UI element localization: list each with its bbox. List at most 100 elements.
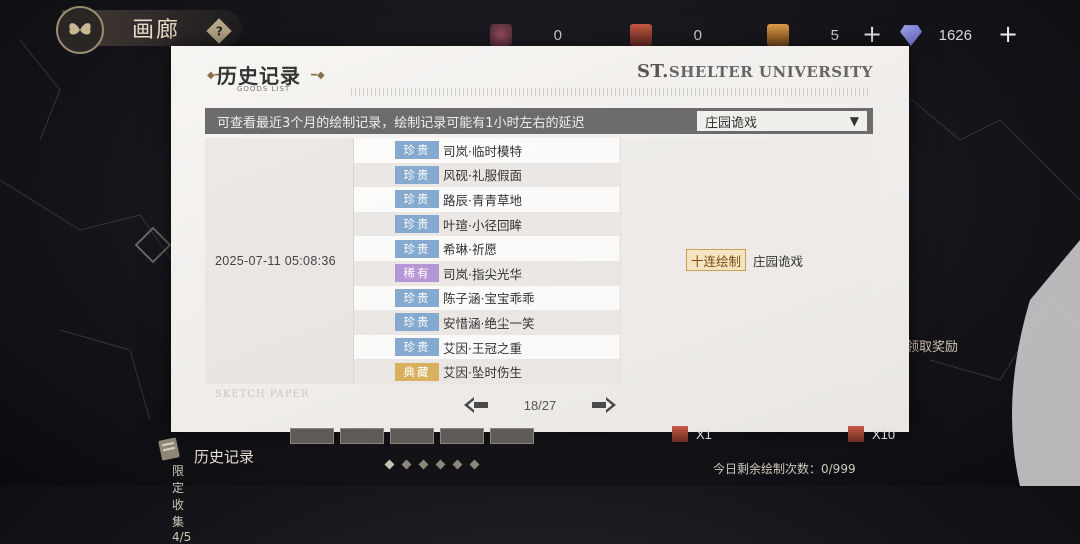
page-dot[interactable] [418,459,429,470]
help-glyph: ? [215,24,223,38]
card-thumbnail[interactable] [390,428,434,444]
item-name: 风砚·礼服假面 [443,168,522,184]
card-thumbnails [290,428,540,444]
dialog-subtitle: GOODS LIST [237,85,291,93]
card-thumbnail[interactable] [440,428,484,444]
rarity-badge: 珍贵 [395,313,439,332]
banner-page-dots [384,459,480,470]
gem-pile-icon [490,24,512,46]
history-dialog: ◆━ 历史记录 ━◆ GOODS LIST ST.SHELTER UNIVERS… [171,46,909,432]
page-dot[interactable] [435,459,446,470]
list-item: 珍贵 安惜涵·绝尘一笑 [354,310,620,335]
draw-ten-count: X10 [872,426,896,442]
rarity-badge: 典藏 [395,362,439,381]
rarity-badge: 珍贵 [395,338,439,357]
rarity-badge: 珍贵 [395,165,439,184]
ticket-icon [630,24,652,46]
resource-3-counter: 5 [767,22,839,48]
item-name: 艾因·王冠之重 [443,340,522,356]
remaining-draws-label: 今日剩余绘制次数：0/999 [713,462,856,476]
list-item: 珍贵 风砚·礼服假面 [354,162,620,188]
sketch-paper-label: SKETCH PAPER [215,389,310,400]
resource-1-counter: 0 [490,22,562,48]
brand-prefix: ST. [637,61,669,82]
diamond-icon [900,25,922,46]
record-time-cell: 2025-07-11 05:08:36 [205,138,353,384]
dialog-header: ◆━ 历史记录 ━◆ GOODS LIST ST.SHELTER UNIVERS… [171,46,909,102]
list-item: 珍贵 叶瑄·小径回眸 [354,211,620,237]
brand-logo: ST.SHELTER UNIVERSITY [637,61,873,82]
item-name: 陈子涵·宝宝乖乖 [443,291,535,307]
ruler-decoration [351,88,871,96]
chevron-down-icon: ▼ [849,114,859,128]
list-item: 珍贵 司岚·临时模特 [354,138,620,163]
history-button[interactable]: 历史记录 [152,436,272,466]
add-resource-3-button[interactable]: + [862,22,882,46]
prev-page-button[interactable] [461,392,491,418]
arrow-left-icon [464,397,488,413]
butterfly-emblem-icon[interactable] [56,6,104,54]
list-item: 稀有 司岚·指尖光华 [354,260,620,286]
ticket-gold-icon [767,24,789,46]
limit-collection-label: 限定收集 4/5 [172,464,192,544]
item-name: 艾因·坠时伤生 [443,365,522,381]
draw-once-count: X1 [696,426,712,442]
pagination: 18/27 [461,392,621,420]
page-dot[interactable] [401,459,412,470]
diamond-counter: 1626 [900,22,972,48]
item-name: 路辰·青青草地 [443,192,522,208]
top-bar: 画廊 ? 0 0 5 + 1626 + [0,0,1080,54]
rarity-badge: 稀有 [395,264,439,283]
item-name: 司岚·临时模特 [443,143,522,159]
draw-once-button[interactable]: X1 [672,424,712,444]
history-label: 历史记录 [194,448,255,466]
page-dot[interactable] [469,459,480,470]
next-page-button[interactable] [589,392,619,418]
card-thumbnail[interactable] [340,428,384,444]
draw-pool-name: 庄园诡戏 [753,254,804,269]
list-item: 珍贵 艾因·王冠之重 [354,334,620,360]
arrow-right-icon [592,397,616,413]
card-thumbnail[interactable] [290,428,334,444]
item-name: 司岚·指尖光华 [443,266,522,282]
list-item: 珍贵 路辰·青青草地 [354,187,620,212]
item-name: 叶瑄·小径回眸 [443,217,522,233]
rarity-badge: 珍贵 [395,215,439,234]
notice-text: 可查看最近3个月的绘制记录，绘制记录可能有1小时左右的延迟 [217,115,585,131]
record-items-list: 珍贵 司岚·临时模特 珍贵 风砚·礼服假面 珍贵 路辰·青青草地 珍贵 叶瑄·小径回眸 … [353,138,621,384]
item-name: 安惜涵·绝尘一笑 [443,315,535,331]
list-item: 珍贵 陈子涵·宝宝乖乖 [354,285,620,311]
list-item: 珍贵 希琳·祈愿 [354,236,620,261]
scroll-icon [158,437,180,461]
rarity-badge: 珍贵 [395,288,439,307]
rarity-badge: 珍贵 [395,239,439,258]
draw-type-tag: 十连绘制 [686,249,747,271]
pool-select-dropdown[interactable]: 庄园诡戏 ▼ [697,111,867,131]
ticket-icon [848,426,864,442]
page-dot[interactable] [384,459,395,470]
page-indicator: 18/27 [523,398,557,413]
resource-3-value: 5 [830,26,839,44]
record-time: 2025-07-11 05:08:36 [215,254,336,268]
ticket-icon [672,426,688,442]
resource-2-counter: 0 [630,22,702,48]
brand-text: SHELTER UNIVERSITY [668,63,873,81]
page-dot[interactable] [452,459,463,470]
draw-ten-button[interactable]: X10 [848,424,895,444]
item-name: 希琳·祈愿 [443,242,497,258]
notice-bar: 可查看最近3个月的绘制记录，绘制记录可能有1小时左右的延迟 庄园诡戏 ▼ [205,108,873,134]
add-diamond-button[interactable]: + [998,22,1018,46]
title-deco-right-icon: ━◆ [311,70,325,81]
rarity-badge: 珍贵 [395,141,439,160]
page-title: 画廊 [132,18,181,43]
rarity-badge: 珍贵 [395,190,439,209]
card-thumbnail[interactable] [490,428,534,444]
record-type-cell: 十连绘制 庄园诡戏 [619,138,873,384]
prev-page-side-icon [134,226,172,264]
diamond-value: 1626 [938,26,972,44]
list-item: 典藏 艾因·坠时伤生 [354,359,620,384]
resource-1-value: 0 [553,26,562,44]
pool-select-value: 庄园诡戏 [705,115,758,131]
claim-reward-label[interactable]: 领取奖励 [906,336,958,355]
record-table: 2025-07-11 05:08:36 珍贵 司岚·临时模特 珍贵 风砚·礼服假面 … [205,138,873,384]
